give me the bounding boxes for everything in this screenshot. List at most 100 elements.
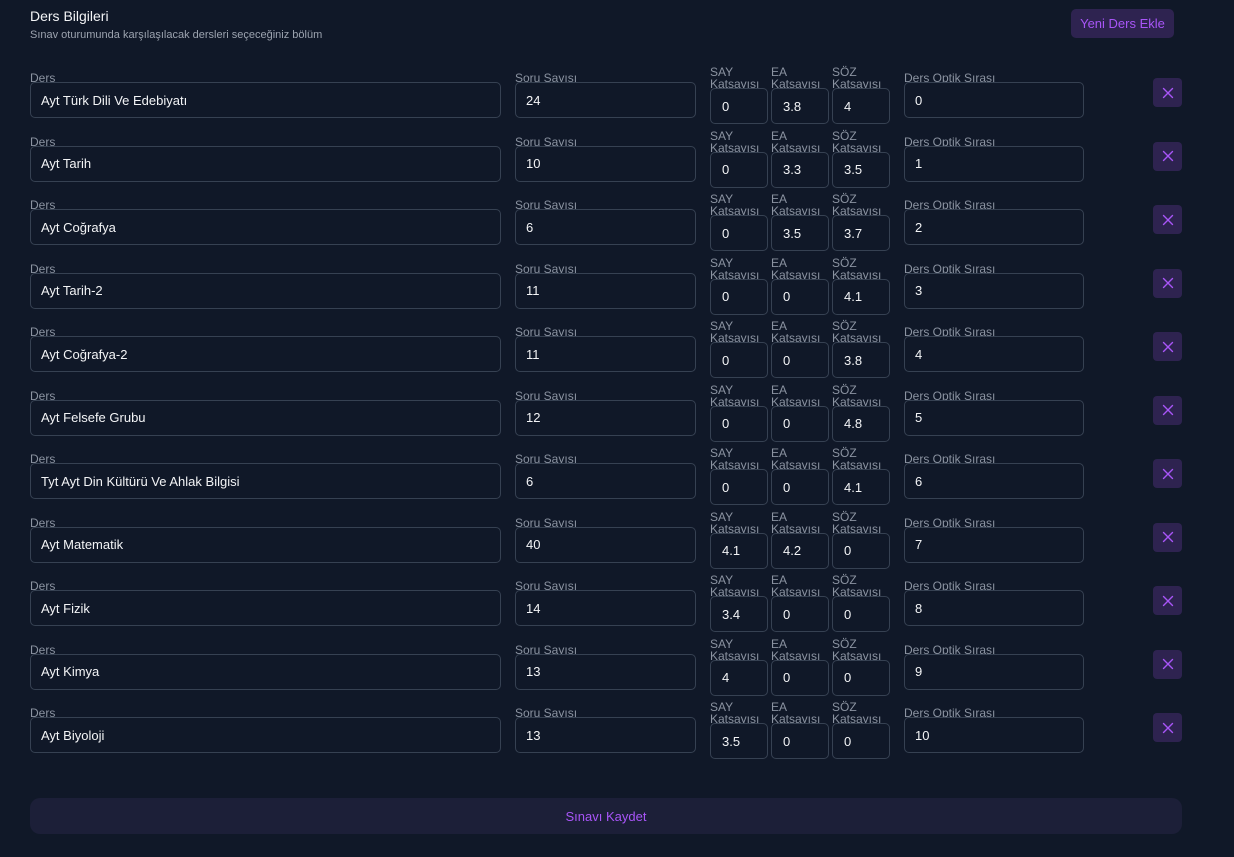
- optic-order-field[interactable]: 4: [904, 336, 1084, 372]
- soz-coefficient-field[interactable]: 0: [832, 596, 890, 632]
- course-name-field[interactable]: Ayt Türk Dili Ve Edebiyatı: [30, 82, 501, 118]
- soz-coefficient-field[interactable]: 0: [832, 659, 890, 696]
- question-count-field[interactable]: 24: [515, 82, 696, 118]
- say-coefficient-field[interactable]: 3.4: [710, 596, 768, 632]
- question-count-field[interactable]: 6: [515, 209, 696, 245]
- delete-course-button[interactable]: [1153, 141, 1182, 171]
- ea-coefficient-field[interactable]: 4.2: [771, 532, 829, 569]
- course-name-field[interactable]: Tyt Ayt Din Kültürü Ve Ahlak Bilgisi: [30, 463, 501, 499]
- optic-order-field[interactable]: 2: [904, 209, 1084, 245]
- course-name-field[interactable]: Ayt Fizik: [30, 590, 501, 626]
- say-coefficient-label: SAY Katsayısı: [710, 511, 770, 535]
- optic-order-field[interactable]: 5: [904, 399, 1084, 436]
- optic-order-field[interactable]: 10: [904, 717, 1084, 753]
- ea-coefficient-field[interactable]: 3.3: [771, 151, 829, 188]
- ea-coefficient-field[interactable]: 0: [771, 342, 829, 378]
- ea-coefficient-label: EA Katsayısı: [771, 447, 831, 471]
- optic-order-field[interactable]: 8: [904, 590, 1084, 626]
- ea-coefficient-label: EA Katsayısı: [771, 638, 831, 662]
- say-coefficient-label: SAY Katsayısı: [710, 701, 770, 725]
- course-name-field[interactable]: Ayt Felsefe Grubu: [30, 399, 501, 436]
- course-name-field[interactable]: Ayt Kimya: [30, 653, 501, 690]
- say-coefficient-field[interactable]: 0: [710, 151, 768, 188]
- soz-coefficient-field[interactable]: 4.8: [832, 405, 890, 442]
- soz-coefficient-field[interactable]: 3.7: [832, 215, 890, 251]
- course-row: Ders Ayt Coğrafya Soru Sayısı 6 SAY Katsayısı…: [0, 193, 1234, 262]
- delete-course-button[interactable]: [1153, 586, 1182, 615]
- coefficient-label-type: EA: [771, 509, 788, 524]
- ea-coefficient-field[interactable]: 3.5: [771, 215, 829, 251]
- coefficient-label-type: SÖZ: [832, 382, 857, 397]
- soz-coefficient-label: SÖZ Katsayısı: [832, 574, 892, 598]
- question-count-field[interactable]: 14: [515, 590, 696, 626]
- say-coefficient-field[interactable]: 0: [710, 88, 768, 124]
- add-course-button[interactable]: Yeni Ders Ekle: [1071, 9, 1174, 38]
- soz-coefficient-label: SÖZ Katsayısı: [832, 66, 892, 90]
- close-icon: [1162, 87, 1173, 98]
- say-coefficient-field[interactable]: 4.1: [710, 532, 768, 569]
- course-name-field[interactable]: Ayt Coğrafya: [30, 209, 501, 245]
- say-coefficient-label: SAY Katsayısı: [710, 130, 770, 154]
- question-count-field[interactable]: 13: [515, 717, 696, 753]
- delete-course-button[interactable]: [1153, 205, 1182, 234]
- coefficient-label-type: SAY: [710, 636, 734, 651]
- ea-coefficient-field[interactable]: 0: [771, 723, 829, 759]
- ea-coefficient-field[interactable]: 0: [771, 659, 829, 696]
- question-count-field[interactable]: 10: [515, 145, 696, 182]
- soz-coefficient-field[interactable]: 4.1: [832, 469, 890, 505]
- soz-coefficient-field[interactable]: 0: [832, 532, 890, 569]
- optic-order-field[interactable]: 1: [904, 145, 1084, 182]
- ea-coefficient-field[interactable]: 0: [771, 596, 829, 632]
- soz-coefficient-field[interactable]: 3.8: [832, 342, 890, 378]
- soz-coefficient-label: SÖZ Katsayısı: [832, 701, 892, 725]
- section-subtitle: Sınav oturumunda karşılaşılacak dersleri…: [30, 29, 323, 41]
- course-name-field[interactable]: Ayt Biyoloji: [30, 717, 501, 753]
- say-coefficient-field[interactable]: 4: [710, 659, 768, 696]
- say-coefficient-field[interactable]: 0: [710, 405, 768, 442]
- say-coefficient-field[interactable]: 3.5: [710, 723, 768, 759]
- delete-course-button[interactable]: [1153, 713, 1182, 742]
- delete-course-button[interactable]: [1153, 332, 1182, 361]
- ea-coefficient-field[interactable]: 0: [771, 469, 829, 505]
- course-name-field[interactable]: Ayt Coğrafya-2: [30, 336, 501, 372]
- ea-coefficient-label: EA Katsayısı: [771, 701, 831, 725]
- course-name-field[interactable]: Ayt Tarih: [30, 145, 501, 182]
- delete-course-button[interactable]: [1153, 522, 1182, 552]
- optic-order-field[interactable]: 9: [904, 653, 1084, 690]
- say-coefficient-field[interactable]: 0: [710, 215, 768, 251]
- course-name-field[interactable]: Ayt Tarih-2: [30, 272, 501, 309]
- course-row: Ders Ayt Felsefe Grubu Soru Sayısı 12 SAY Kat…: [0, 384, 1234, 453]
- save-exam-button[interactable]: Sınavı Kaydet: [30, 798, 1182, 834]
- soz-coefficient-field[interactable]: 4: [832, 88, 890, 124]
- delete-course-button[interactable]: [1153, 268, 1182, 298]
- optic-order-field[interactable]: 3: [904, 272, 1084, 309]
- question-count-field[interactable]: 13: [515, 653, 696, 690]
- ea-coefficient-field[interactable]: 0: [771, 405, 829, 442]
- optic-order-field[interactable]: 6: [904, 463, 1084, 499]
- delete-course-button[interactable]: [1153, 78, 1182, 107]
- say-coefficient-field[interactable]: 0: [710, 342, 768, 378]
- close-icon: [1162, 150, 1173, 162]
- delete-course-button[interactable]: [1153, 459, 1182, 488]
- question-count-field[interactable]: 6: [515, 463, 696, 499]
- delete-course-button[interactable]: [1153, 395, 1182, 425]
- question-count-field[interactable]: 40: [515, 526, 696, 563]
- soz-coefficient-label: SÖZ Katsayısı: [832, 257, 892, 281]
- ea-coefficient-field[interactable]: 0: [771, 278, 829, 315]
- question-count-field[interactable]: 12: [515, 399, 696, 436]
- ea-coefficient-field[interactable]: 3.8: [771, 88, 829, 124]
- question-count-field[interactable]: 11: [515, 272, 696, 309]
- ea-coefficient-label: EA Katsayısı: [771, 574, 831, 598]
- coefficient-label-type: SÖZ: [832, 509, 857, 524]
- soz-coefficient-field[interactable]: 0: [832, 723, 890, 759]
- question-count-field[interactable]: 11: [515, 336, 696, 372]
- say-coefficient-field[interactable]: 0: [710, 469, 768, 505]
- delete-course-button[interactable]: [1153, 649, 1182, 679]
- soz-coefficient-field[interactable]: 3.5: [832, 151, 890, 188]
- course-name-field[interactable]: Ayt Matematik: [30, 526, 501, 563]
- say-coefficient-field[interactable]: 0: [710, 278, 768, 315]
- course-row: Ders Ayt Matematik Soru Sayısı 40 SAY Katsayı…: [0, 511, 1234, 580]
- soz-coefficient-field[interactable]: 4.1: [832, 278, 890, 315]
- optic-order-field[interactable]: 7: [904, 526, 1084, 563]
- optic-order-field[interactable]: 0: [904, 82, 1084, 118]
